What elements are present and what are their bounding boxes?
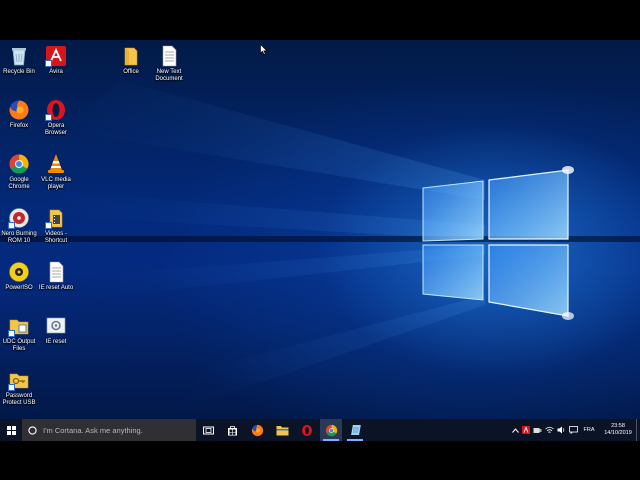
desktop-icon-new-text-document[interactable]: New Text Document <box>150 45 188 83</box>
desktop-icon-password-protect-usb[interactable]: Password Protect USB <box>0 369 38 407</box>
icon-label: PowerISO <box>5 285 33 291</box>
clock-date: 14/10/2019 <box>604 430 632 436</box>
icon-label: IE reset Auto <box>38 285 74 291</box>
start-button[interactable] <box>0 419 22 441</box>
taskbar-file-explorer[interactable] <box>271 419 293 441</box>
task-view-button[interactable] <box>198 419 218 441</box>
wallpaper <box>0 80 640 410</box>
active-indicator <box>323 439 339 441</box>
desktop-icon-nero[interactable]: Nero Burning ROM 10 <box>0 207 38 245</box>
shortcut-arrow-icon <box>8 384 15 391</box>
clock-time: 23:58 <box>611 423 625 429</box>
taskbar: I'm Cortana. Ask me anything. FRA 23:58 … <box>0 419 640 441</box>
gear-settings-icon <box>45 315 67 337</box>
tray-usb[interactable] <box>532 419 543 441</box>
icon-label: Videos - Shortcut <box>44 231 68 244</box>
desktop-icon-google-chrome[interactable]: Google Chrome <box>0 153 38 191</box>
desktop-icon-udc-output-files[interactable]: UDC Output Files <box>0 315 38 353</box>
avira-tray-icon <box>521 426 530 434</box>
language-indicator[interactable]: FRA <box>580 419 598 441</box>
task-view-icon <box>202 426 214 434</box>
usb-drive-icon <box>533 427 542 433</box>
message-icon <box>569 426 578 434</box>
file-explorer-folder-icon <box>276 425 288 435</box>
shortcut-arrow-icon <box>45 114 52 121</box>
desktop-icon-vlc[interactable]: VLC media player <box>37 153 75 191</box>
shortcut-arrow-icon <box>8 330 15 337</box>
desktop-icon-opera[interactable]: Opera Browser <box>37 99 75 137</box>
vlc-cone-icon <box>45 153 67 175</box>
clock[interactable]: 23:58 14/10/2019 <box>600 419 636 441</box>
shortcut-arrow-icon <box>45 222 52 229</box>
shortcut-arrow-icon <box>8 222 15 229</box>
desktop-icon-firefox[interactable]: Firefox <box>0 99 38 130</box>
cortana-search-box[interactable]: I'm Cortana. Ask me anything. <box>22 419 196 441</box>
shortcut-arrow-icon <box>45 60 52 67</box>
desktop-icon-recycle-bin[interactable]: Recycle Bin <box>0 45 38 76</box>
icon-label: Opera Browser <box>44 123 67 136</box>
recycle-bin-icon <box>8 45 30 67</box>
taskbar-store[interactable] <box>222 419 242 441</box>
icon-label: Nero Burning ROM 10 <box>1 231 37 244</box>
tray-avira[interactable] <box>520 419 531 441</box>
wifi-icon <box>545 426 554 433</box>
desktop[interactable] <box>0 40 640 419</box>
tray-volume[interactable] <box>556 419 567 441</box>
windows-logo-icon <box>6 425 16 435</box>
icon-label: New Text Document <box>155 69 183 82</box>
taskbar-opera[interactable] <box>296 419 318 441</box>
text-document-icon <box>158 45 180 67</box>
chrome-icon <box>8 153 30 175</box>
chevron-up-icon <box>511 427 519 433</box>
icon-label: Office <box>123 69 139 75</box>
store-bag-icon <box>227 425 237 435</box>
text-document-icon <box>45 261 67 283</box>
tray-action-center[interactable] <box>568 419 579 441</box>
tray-network[interactable] <box>544 419 555 441</box>
mouse-cursor-icon <box>260 44 268 55</box>
desktop-icon-avira[interactable]: Avira <box>37 45 75 76</box>
icon-label: Recycle Bin <box>3 69 35 75</box>
icon-label: Google Chrome <box>8 177 30 190</box>
icon-label: Firefox <box>9 123 29 129</box>
desktop-icon-videos-shortcut[interactable]: Videos - Shortcut <box>37 207 75 245</box>
desktop-icon-office[interactable]: Office <box>112 45 150 76</box>
firefox-icon <box>251 424 263 436</box>
icon-label: Password Protect USB <box>2 393 36 406</box>
chrome-icon <box>325 424 337 436</box>
active-indicator <box>347 439 363 441</box>
show-desktop-button[interactable] <box>636 419 640 441</box>
speaker-icon <box>557 426 565 434</box>
opera-icon <box>302 424 312 436</box>
notepad-icon <box>351 425 361 435</box>
cortana-circle-icon <box>28 425 37 435</box>
folder-icon <box>120 45 142 67</box>
taskbar-notepad[interactable] <box>344 419 366 441</box>
icon-label: Avira <box>49 69 63 75</box>
language-label: FRA <box>583 426 595 433</box>
icon-label: IE reset <box>45 339 67 345</box>
desktop-icon-ie-reset-auto[interactable]: IE reset Auto <box>37 261 75 292</box>
videos-folder-icon <box>45 207 67 229</box>
opera-icon <box>45 99 67 121</box>
search-placeholder: I'm Cortana. Ask me anything. <box>43 425 143 435</box>
desktop-icon-poweriso[interactable]: PowerISO <box>0 261 38 292</box>
poweriso-disc-icon <box>8 261 30 283</box>
key-folder-icon <box>8 369 30 391</box>
icon-label: VLC media player <box>41 177 71 190</box>
taskbar-firefox[interactable] <box>246 419 268 441</box>
udc-folder-icon <box>8 315 30 337</box>
firefox-icon <box>8 99 30 121</box>
desktop-icon-ie-reset[interactable]: IE reset <box>37 315 75 346</box>
avira-icon <box>45 45 67 67</box>
nero-disc-icon <box>8 207 30 229</box>
show-hidden-icons-button[interactable] <box>510 419 520 441</box>
icon-label: UDC Output Files <box>2 339 36 352</box>
taskbar-chrome[interactable] <box>320 419 342 441</box>
